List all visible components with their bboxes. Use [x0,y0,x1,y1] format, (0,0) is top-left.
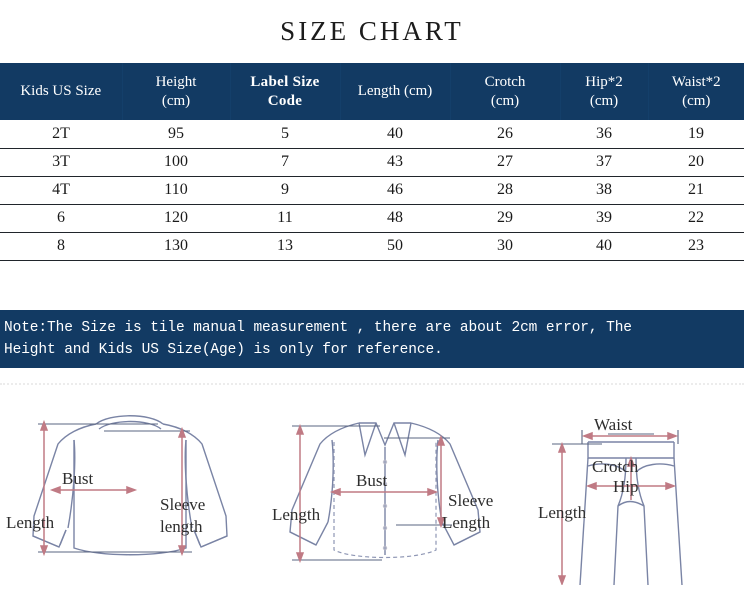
shirt-sleeve-label-line1: Sleeve [448,491,493,510]
column-header-height: Height (cm) [122,63,231,120]
column-header-kids-us-size: Kids US Size [0,63,123,120]
table-header-row: Kids US Size Height (cm) Label Size Code… [0,63,744,120]
cell-hip: 39 [560,204,648,233]
cell-crotch: 29 [450,204,560,233]
cell-waist: 21 [648,176,744,205]
cell-kids-us-size: 4T [0,176,122,205]
cell-waist: 20 [648,148,744,177]
cell-label-size-code: 7 [230,148,340,177]
diagram-shirt: Length Bust Sleeve Length [272,400,522,585]
shirt-bust-label: Bust [356,471,387,490]
cell-height: 95 [122,120,230,149]
cell-waist: 22 [648,204,744,233]
cell-height: 100 [122,148,230,177]
cell-label-size-code: 9 [230,176,340,205]
cell-waist: 19 [648,120,744,149]
table-note-spacer [0,260,744,310]
cell-length: 40 [340,120,450,149]
table-row: 6 120 11 48 29 39 22 [0,204,744,233]
shirt-sleeve-label-line2: Length [442,513,491,532]
cell-label-size-code: 11 [230,204,340,233]
diagram-pants: Length Waist Crotch Hip [522,400,744,585]
cell-hip: 38 [560,176,648,205]
pants-waist-label: Waist [594,415,633,434]
cell-crotch: 28 [450,176,560,205]
section-separator [0,367,744,400]
pants-hip-label: Hip [613,477,639,496]
table-row: 4T 110 9 46 28 38 21 [0,176,744,205]
cell-kids-us-size: 3T [0,148,122,177]
measurement-diagrams: Length Bust Sleeve length Length Bust Sl… [0,399,744,585]
cell-height: 110 [122,176,230,205]
shirt-length-label: Length [272,505,321,524]
pants-illustration: Length Waist Crotch Hip [538,415,683,585]
cell-crotch: 27 [450,148,560,177]
dotted-divider [0,382,744,385]
pants-length-label: Length [538,503,587,522]
table-row: 3T 100 7 43 27 37 20 [0,148,744,177]
page-title: SIZE CHART [280,16,464,46]
cell-kids-us-size: 8 [0,232,122,261]
cell-length: 46 [340,176,450,205]
table-row: 8 130 13 50 30 40 23 [0,232,744,261]
table-header: Kids US Size Height (cm) Label Size Code… [0,63,744,120]
size-chart-table: Kids US Size Height (cm) Label Size Code… [0,63,744,261]
cell-length: 50 [340,232,450,261]
cell-crotch: 26 [450,120,560,149]
cell-hip: 40 [560,232,648,261]
pants-crotch-label: Crotch [592,457,639,476]
cell-label-size-code: 5 [230,120,340,149]
cell-length: 48 [340,204,450,233]
cell-waist: 23 [648,232,744,261]
cell-length: 43 [340,148,450,177]
sweater-sleeve-label-line2: length [160,517,203,536]
diagram-sweater: Length Bust Sleeve length [0,400,272,585]
cell-crotch: 30 [450,232,560,261]
table-row: 2T 95 5 40 26 36 19 [0,120,744,149]
cell-hip: 36 [560,120,648,149]
page-title-bar: SIZE CHART [0,0,744,63]
size-note: Note:The Size is tile manual measurement… [0,309,744,368]
sweater-sleeve-label-line1: Sleeve [160,495,205,514]
column-header-label-size-code: Label Size Code [230,63,341,120]
sweater-bust-label: Bust [62,469,93,488]
sweater-illustration: Length Bust Sleeve length [6,414,228,556]
cell-height: 120 [122,204,230,233]
column-header-crotch: Crotch (cm) [450,63,561,120]
cell-kids-us-size: 6 [0,204,122,233]
table-body: 2T 95 5 40 26 36 19 3T 100 7 43 27 37 20… [0,120,744,261]
cell-label-size-code: 13 [230,232,340,261]
sweater-length-label: Length [6,513,55,532]
cell-hip: 37 [560,148,648,177]
shirt-illustration: Length Bust Sleeve Length [272,421,493,563]
column-header-length: Length (cm) [340,63,451,120]
column-header-hip: Hip*2 (cm) [560,63,649,120]
cell-height: 130 [122,232,230,261]
cell-kids-us-size: 2T [0,120,122,149]
column-header-waist: Waist*2 (cm) [648,63,744,120]
